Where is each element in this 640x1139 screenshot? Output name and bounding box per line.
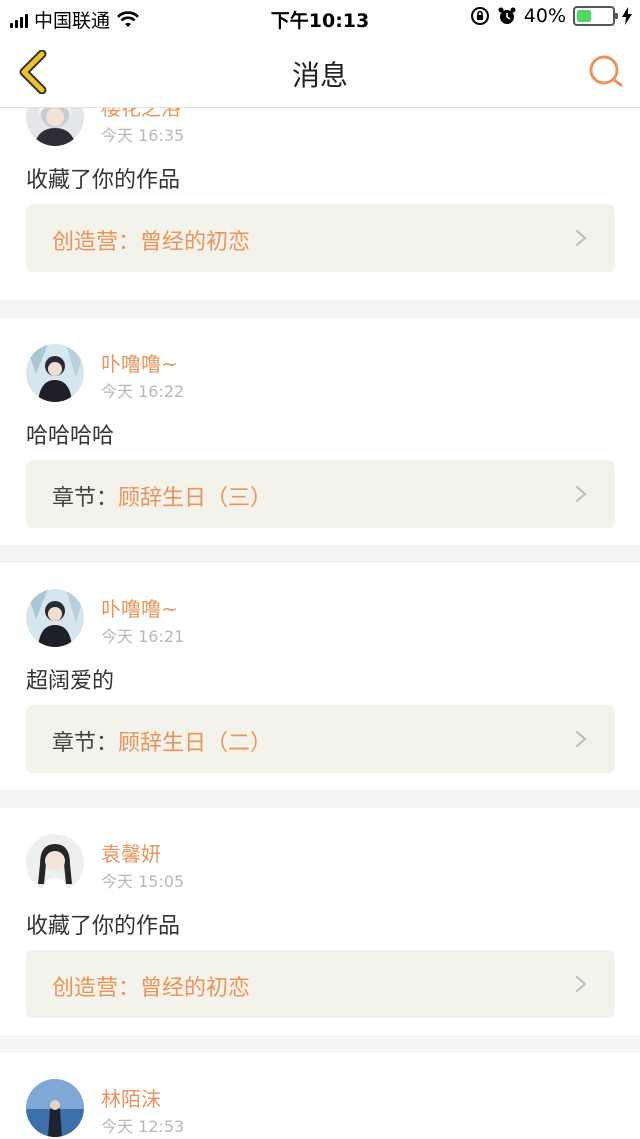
search-icon bbox=[589, 55, 623, 87]
reference-title: 顾辞生日（二） bbox=[118, 731, 273, 756]
message-time: 今天 12:53 bbox=[101, 1117, 185, 1136]
user-name[interactable]: 袁馨妍 bbox=[101, 838, 161, 867]
chevron-right-icon bbox=[576, 486, 587, 502]
reference-label: 创造营：曾经的初恋 bbox=[52, 970, 250, 1002]
reference-prefix: 章节： bbox=[52, 486, 119, 511]
charging-icon bbox=[622, 7, 632, 25]
message-card: 樱花之洛 今天 16:35 收藏了你的作品 创造营：曾经的初恋 bbox=[0, 108, 640, 300]
work-reference-link[interactable]: 创造营：曾经的初恋 bbox=[26, 950, 615, 1018]
chevron-right-icon bbox=[576, 230, 587, 246]
message-time: 今天 16:22 bbox=[101, 382, 185, 401]
user-name[interactable]: 林陌沫 bbox=[101, 1083, 161, 1112]
nav-bar: 消息 bbox=[0, 36, 640, 108]
battery-percent: 40% bbox=[523, 5, 566, 27]
message-card: 卟噜噜~ 今天 16:21 超阔爱的 章节：顾辞生日（二） bbox=[0, 563, 640, 790]
message-card: 袁馨妍 今天 15:05 收藏了你的作品 创造营：曾经的初恋 bbox=[0, 808, 640, 1035]
avatar-girl-white-hair-icon bbox=[26, 108, 84, 146]
status-right: 40% bbox=[470, 5, 632, 27]
page-title: 消息 bbox=[291, 59, 348, 92]
battery-icon bbox=[573, 6, 618, 26]
status-bar: 中国联通 下午10:13 40% bbox=[0, 0, 640, 36]
reference-title: 顾辞生日（三） bbox=[118, 486, 273, 511]
user-avatar[interactable] bbox=[26, 344, 84, 402]
reference-prefix: 创造营： bbox=[52, 230, 141, 255]
user-avatar[interactable] bbox=[26, 589, 84, 647]
user-name[interactable]: 卟噜噜~ bbox=[101, 348, 178, 377]
rotation-lock-icon bbox=[470, 7, 489, 25]
reference-title: 曾经的初恋 bbox=[140, 976, 251, 1001]
user-name[interactable]: 卟噜噜~ bbox=[101, 593, 178, 622]
message-feed[interactable]: 樱花之洛 今天 16:35 收藏了你的作品 创造营：曾经的初恋 卟噜噜~ 今天 … bbox=[0, 108, 640, 1139]
message-time: 今天 16:21 bbox=[101, 627, 185, 646]
message-text: 收藏了你的作品 bbox=[26, 914, 181, 939]
work-reference-link[interactable]: 创造营：曾经的初恋 bbox=[26, 204, 615, 272]
message-card: 林陌沫 今天 12:53 bbox=[0, 1053, 640, 1139]
work-reference-link[interactable]: 章节：顾辞生日（三） bbox=[26, 460, 615, 528]
message-card: 卟噜噜~ 今天 16:22 哈哈哈哈 章节：顾辞生日（三） bbox=[0, 318, 640, 545]
reference-prefix: 章节： bbox=[52, 731, 119, 756]
reference-title: 曾经的初恋 bbox=[140, 230, 251, 255]
message-text: 收藏了你的作品 bbox=[26, 168, 181, 193]
avatar-girl-sea-icon bbox=[26, 1079, 84, 1137]
user-avatar[interactable] bbox=[26, 108, 84, 146]
reference-label: 章节：顾辞生日（三） bbox=[52, 480, 272, 512]
message-text: 超阔爱的 bbox=[26, 669, 115, 694]
work-reference-link[interactable]: 章节：顾辞生日（二） bbox=[26, 705, 615, 773]
message-text: 哈哈哈哈 bbox=[26, 424, 115, 449]
search-button[interactable] bbox=[586, 52, 626, 92]
chevron-right-icon bbox=[576, 731, 587, 747]
avatar-boy-dark-suit-icon bbox=[26, 344, 84, 402]
user-avatar[interactable] bbox=[26, 834, 84, 892]
alarm-icon bbox=[498, 7, 516, 24]
message-time: 今天 15:05 bbox=[101, 872, 185, 891]
reference-label: 创造营：曾经的初恋 bbox=[52, 224, 250, 256]
battery-fill bbox=[577, 10, 591, 22]
user-avatar[interactable] bbox=[26, 1079, 84, 1137]
message-time: 今天 16:35 bbox=[101, 126, 185, 145]
reference-label: 章节：顾辞生日（二） bbox=[52, 725, 272, 757]
reference-prefix: 创造营： bbox=[52, 976, 141, 1001]
avatar-boy-dark-suit-icon bbox=[26, 589, 84, 647]
user-name[interactable]: 樱花之洛 bbox=[101, 108, 181, 121]
chevron-right-icon bbox=[576, 976, 587, 992]
avatar-girl-braids-icon bbox=[26, 834, 84, 892]
